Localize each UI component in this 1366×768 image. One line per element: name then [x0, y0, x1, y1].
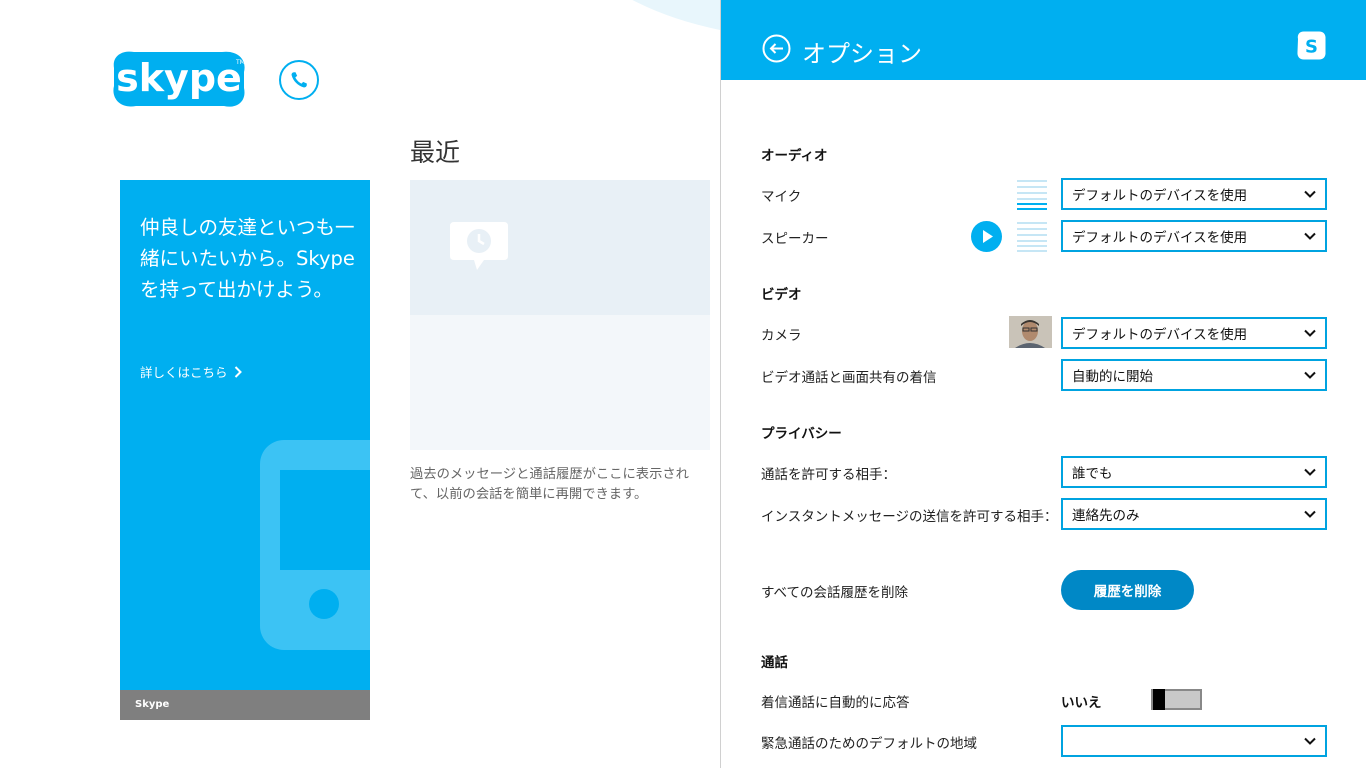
delete-history-button[interactable]: 履歴を削除: [1061, 570, 1194, 610]
incoming-video-dropdown[interactable]: 自動的に開始: [1061, 359, 1327, 391]
delete-history-label: すべての会話履歴を削除: [761, 585, 909, 601]
chevron-right-icon: [234, 365, 242, 378]
calls-heading: 通話: [761, 655, 788, 671]
call-button[interactable]: [279, 60, 319, 100]
allow-im-label: インスタントメッセージの送信を許可する相手：: [761, 509, 1058, 525]
chevron-down-icon: [1304, 190, 1316, 198]
camera-dropdown[interactable]: デフォルトのデバイスを使用: [1061, 317, 1327, 349]
camera-label: カメラ: [761, 328, 802, 344]
mic-label: マイク: [761, 189, 802, 205]
speaker-test-button[interactable]: [971, 221, 1002, 252]
promo-text: 仲良しの友達といつも一緒にいたいから。Skypeを持って出かけよう。: [140, 216, 355, 301]
promo-footer: Skype: [120, 690, 370, 720]
auto-answer-value: いいえ: [1061, 695, 1102, 711]
svg-text:S: S: [1305, 37, 1318, 58]
mic-dropdown[interactable]: デフォルトのデバイスを使用: [1061, 178, 1327, 210]
promo-tile[interactable]: 仲良しの友達といつも一緒にいたいから。Skypeを持って出かけよう。 詳しくはこ…: [120, 180, 370, 720]
speaker-dropdown-value: デフォルトのデバイスを使用: [1072, 230, 1248, 246]
recent-placeholder-card: [410, 180, 710, 450]
chevron-down-icon: [1304, 510, 1316, 518]
chevron-down-icon: [1304, 371, 1316, 379]
speaker-label: スピーカー: [761, 231, 829, 247]
recent-title: 最近: [410, 138, 461, 167]
svg-text:TM: TM: [235, 59, 245, 66]
audio-heading: オーディオ: [761, 148, 828, 164]
emergency-region-label: 緊急通話のためのデフォルトの地域: [761, 736, 977, 752]
recent-description: 過去のメッセージと通話履歴がここに表示されて、以前の会話を簡単に再開できます。: [410, 467, 689, 502]
mic-dropdown-value: デフォルトのデバイスを使用: [1072, 188, 1248, 204]
chevron-down-icon: [1304, 232, 1316, 240]
video-heading: ビデオ: [761, 287, 802, 303]
chevron-down-icon: [1304, 329, 1316, 337]
privacy-heading: プライバシー: [761, 426, 842, 442]
incoming-video-value: 自動的に開始: [1072, 369, 1153, 385]
speaker-level-meter: [1017, 220, 1047, 252]
phone-illustration: [260, 440, 370, 650]
options-title: オプション: [802, 40, 922, 68]
play-icon: [983, 230, 993, 243]
speaker-dropdown[interactable]: デフォルトのデバイスを使用: [1061, 220, 1327, 252]
allow-calls-dropdown[interactable]: 誰でも: [1061, 456, 1327, 488]
camera-dropdown-value: デフォルトのデバイスを使用: [1072, 327, 1248, 343]
emergency-region-dropdown[interactable]: [1061, 725, 1327, 757]
incoming-video-label: ビデオ通話と画面共有の着信: [761, 370, 937, 386]
mic-level-meter: [1017, 178, 1047, 210]
learn-more-label: 詳しくはこちら: [140, 365, 228, 380]
camera-preview: [1009, 316, 1052, 348]
allow-im-dropdown[interactable]: 連絡先のみ: [1061, 498, 1327, 530]
chat-clock-icon: [450, 222, 508, 270]
skype-logo-text: skype: [116, 56, 242, 100]
back-arrow-icon[interactable]: [762, 34, 791, 63]
allow-im-value: 連絡先のみ: [1072, 508, 1140, 524]
skype-small-logo: S: [1297, 31, 1326, 60]
options-header: オプション S: [721, 0, 1366, 80]
phone-icon: [291, 72, 307, 88]
options-panel: オプション S オーディオ マイク デフォルトのデバイスを使用 スピーカー デフ…: [720, 0, 1366, 768]
chevron-down-icon: [1304, 737, 1316, 745]
auto-answer-label: 着信通話に自動的に応答: [761, 695, 910, 711]
toggle-knob: [1153, 689, 1165, 710]
learn-more-link[interactable]: 詳しくはこちら: [140, 362, 242, 381]
allow-calls-label: 通話を許可する相手：: [761, 467, 896, 483]
skype-logo: skype TM: [113, 51, 245, 107]
auto-answer-toggle[interactable]: [1151, 689, 1202, 710]
skype-app: skype TM 最近 仲良しの友達といつも一緒にいたいから。Skypeを持って…: [0, 0, 1366, 768]
allow-calls-value: 誰でも: [1072, 466, 1113, 482]
chevron-down-icon: [1304, 468, 1316, 476]
